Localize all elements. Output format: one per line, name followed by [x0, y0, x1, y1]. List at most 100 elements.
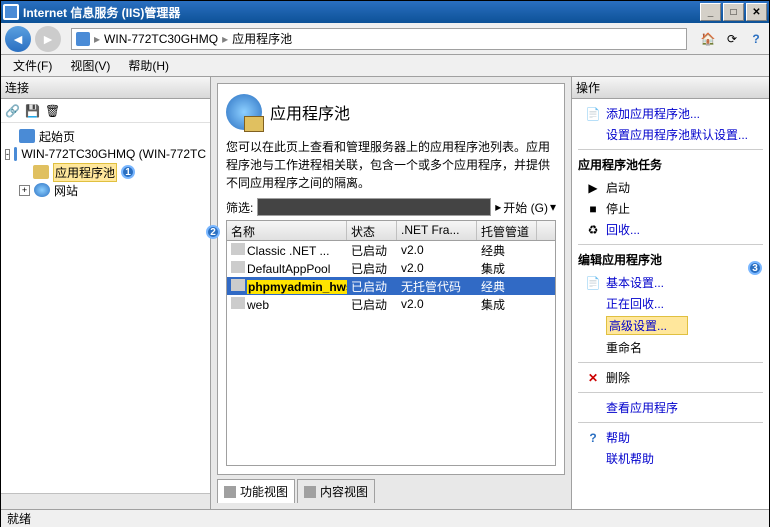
col-name[interactable]: 名称: [227, 221, 347, 240]
item-icon: [231, 261, 245, 273]
menu-help[interactable]: 帮助(H): [120, 55, 177, 76]
action-stop[interactable]: ■停止: [578, 198, 763, 219]
action-help[interactable]: ?帮助: [578, 427, 763, 448]
action-add-apppool[interactable]: 📄添加应用程序池...: [578, 103, 763, 124]
doc-icon: 📄: [586, 276, 600, 290]
content-icon: [304, 486, 316, 498]
page-title: 应用程序池: [270, 100, 350, 124]
connections-panel: 连接 🔗 💾 🗑 起始页 - WIN-772TC30GHMQ (WIN-772T…: [1, 77, 211, 509]
action-delete[interactable]: ✕删除: [578, 367, 763, 388]
filter-label: 筛选:: [226, 199, 253, 216]
item-icon: [231, 243, 245, 255]
nav-forward-button[interactable]: ►: [35, 26, 61, 52]
action-start[interactable]: ▶启动: [578, 177, 763, 198]
action-rename[interactable]: 重命名: [578, 337, 763, 358]
apppool-icon: [33, 165, 49, 179]
help-icon[interactable]: ?: [747, 30, 765, 48]
go-button[interactable]: ▸ 开始 (G) ▾: [495, 199, 556, 216]
expand-icon[interactable]: +: [19, 185, 30, 196]
filter-bar: 筛选: ▸ 开始 (G) ▾: [226, 198, 556, 216]
group-tasks: 应用程序池任务: [578, 156, 763, 173]
apppool-large-icon: [226, 94, 262, 130]
action-recycle[interactable]: ♻回收...: [578, 219, 763, 240]
annotation-badge-2: 2: [206, 225, 220, 239]
workspace: 连接 🔗 💾 🗑 起始页 - WIN-772TC30GHMQ (WIN-772T…: [1, 77, 769, 509]
action-view-apps[interactable]: 查看应用程序: [578, 397, 763, 418]
status-bar: 就绪: [1, 509, 769, 527]
table-row-selected[interactable]: phpmyadmin_hws 已启动 无托管代码 经典: [227, 277, 555, 295]
col-pipe[interactable]: 托管管道模: [477, 221, 537, 240]
tree-server[interactable]: - WIN-772TC30GHMQ (WIN-772TC: [5, 145, 206, 163]
collapse-icon[interactable]: -: [5, 149, 10, 160]
tree-apppools[interactable]: 应用程序池 1: [5, 163, 206, 181]
actions-panel: 操作 📄添加应用程序池... 设置应用程序池默认设置... 应用程序池任务 ▶启…: [571, 77, 769, 509]
start-page-icon: [19, 129, 35, 143]
table-row[interactable]: DefaultAppPool 已启动 v2.0 集成: [227, 259, 555, 277]
delete-icon: ✕: [586, 371, 600, 385]
app-icon: [3, 4, 19, 20]
refresh-icon[interactable]: ⟳: [723, 30, 741, 48]
center-panel: 应用程序池 您可以在此页上查看和管理服务器上的应用程序池列表。应用程序池与工作进…: [211, 77, 571, 509]
annotation-badge-1: 1: [121, 165, 135, 179]
grid-header: 名称 状态 .NET Fra... 托管管道模: [226, 220, 556, 240]
nav-back-button[interactable]: ◄: [5, 26, 31, 52]
menu-view[interactable]: 视图(V): [62, 55, 118, 76]
breadcrumb-page[interactable]: 应用程序池: [232, 30, 292, 47]
action-recycling[interactable]: 正在回收...: [578, 293, 763, 314]
connections-tree: 起始页 - WIN-772TC30GHMQ (WIN-772TC 应用程序池 1…: [1, 123, 210, 493]
status-text: 就绪: [7, 510, 31, 527]
maximize-button[interactable]: □: [723, 3, 744, 21]
sites-icon: [34, 183, 50, 197]
tab-content[interactable]: 内容视图: [297, 479, 375, 503]
save-icon[interactable]: 💾: [25, 104, 39, 118]
scrollbar-horizontal[interactable]: [1, 493, 210, 509]
server-icon: [14, 147, 17, 161]
tab-features[interactable]: 功能视图: [217, 479, 295, 503]
breadcrumb-server[interactable]: WIN-772TC30GHMQ: [104, 32, 218, 46]
action-advanced-settings[interactable]: 高级设置...: [578, 314, 763, 337]
minimize-button[interactable]: _: [700, 3, 721, 21]
filter-input[interactable]: [257, 198, 491, 216]
connections-toolbar: 🔗 💾 🗑: [1, 99, 210, 123]
chevron-right-icon: ▸: [94, 32, 100, 46]
server-icon: [76, 32, 90, 46]
actions-header: 操作: [572, 77, 769, 99]
action-basic-settings[interactable]: 📄基本设置...: [578, 272, 763, 293]
tree-sites[interactable]: + 网站: [5, 181, 206, 199]
help-icon: ?: [586, 431, 600, 445]
add-icon: 📄: [586, 107, 600, 121]
table-row[interactable]: web 已启动 v2.0 集成: [227, 295, 555, 313]
stop-icon: ■: [586, 202, 600, 216]
recycle-icon: ♻: [586, 223, 600, 237]
chevron-right-icon: ▸: [222, 32, 228, 46]
tree-start-page[interactable]: 起始页: [5, 127, 206, 145]
table-row[interactable]: Classic .NET ... 已启动 v2.0 经典: [227, 241, 555, 259]
settings-icon: [586, 128, 600, 142]
window-title: Internet 信息服务 (IIS)管理器: [23, 4, 698, 21]
view-tabs: 功能视图 内容视图: [217, 479, 565, 503]
col-status[interactable]: 状态: [347, 221, 397, 240]
page-description: 您可以在此页上查看和管理服务器上的应用程序池列表。应用程序池与工作进程相关联，包…: [226, 138, 556, 192]
menu-file[interactable]: 文件(F): [5, 55, 60, 76]
content-box: 应用程序池 您可以在此页上查看和管理服务器上的应用程序池列表。应用程序池与工作进…: [217, 83, 565, 475]
nav-toolbar: ◄ ► ▸ WIN-772TC30GHMQ ▸ 应用程序池 🏠 ⟳ ?: [1, 23, 769, 55]
menu-bar: 文件(F) 视图(V) 帮助(H): [1, 55, 769, 77]
connections-header: 连接: [1, 77, 210, 99]
address-bar[interactable]: ▸ WIN-772TC30GHMQ ▸ 应用程序池: [71, 28, 687, 50]
connect-icon[interactable]: 🔗: [5, 104, 19, 118]
item-icon: [231, 297, 245, 309]
close-button[interactable]: ✕: [746, 3, 767, 21]
home-icon[interactable]: 🏠: [699, 30, 717, 48]
action-set-defaults[interactable]: 设置应用程序池默认设置...: [578, 124, 763, 145]
group-edit: 编辑应用程序池: [578, 251, 763, 268]
col-net[interactable]: .NET Fra...: [397, 221, 477, 240]
delete-conn-icon[interactable]: 🗑: [45, 104, 59, 118]
play-icon: ▶: [586, 181, 600, 195]
annotation-badge-3: 3: [748, 261, 762, 275]
action-online-help[interactable]: 联机帮助: [578, 448, 763, 469]
features-icon: [224, 486, 236, 498]
actions-list: 📄添加应用程序池... 设置应用程序池默认设置... 应用程序池任务 ▶启动 ■…: [572, 99, 769, 509]
item-icon: [231, 279, 245, 291]
title-bar: Internet 信息服务 (IIS)管理器 _ □ ✕: [1, 1, 769, 23]
grid-body: Classic .NET ... 已启动 v2.0 经典 DefaultAppP…: [226, 240, 556, 466]
